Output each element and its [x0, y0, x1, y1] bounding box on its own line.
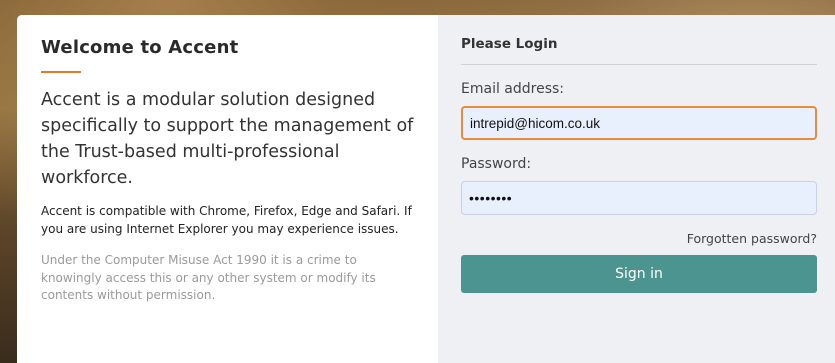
title-accent-rule	[41, 71, 81, 73]
welcome-lead-text: Accent is a modular solution designed sp…	[41, 90, 414, 188]
login-panel: Please Login Email address: Password: Fo…	[438, 15, 835, 363]
email-label: Email address:	[461, 81, 565, 97]
welcome-panel: Welcome to Accent Accent is a modular so…	[17, 15, 438, 363]
welcome-title: Welcome to Accent	[41, 37, 239, 58]
password-input[interactable]	[461, 181, 817, 215]
password-label: Password:	[461, 156, 532, 172]
email-input[interactable]	[461, 106, 817, 140]
misuse-act-notice: Under the Computer Misuse Act 1990 it is…	[41, 253, 376, 302]
login-title: Please Login	[461, 36, 558, 52]
browser-compatibility-text: Accent is compatible with Chrome, Firefo…	[41, 204, 412, 236]
sign-in-button[interactable]: Sign in	[461, 255, 817, 293]
login-divider	[461, 64, 817, 65]
forgotten-password-link[interactable]: Forgotten password?	[461, 231, 817, 246]
login-card: Welcome to Accent Accent is a modular so…	[17, 15, 835, 363]
